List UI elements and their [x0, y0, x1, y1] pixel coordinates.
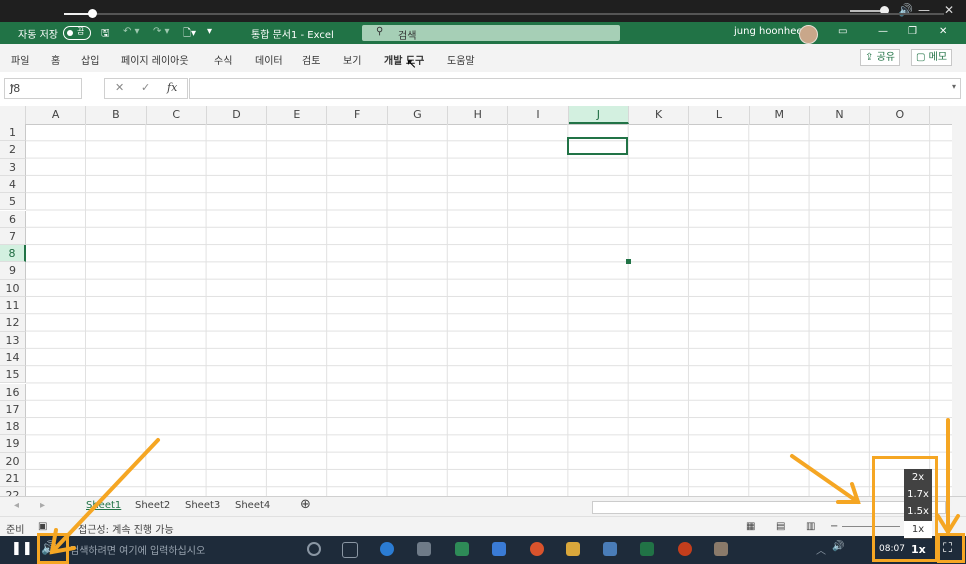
- arrow-speed-line: [790, 454, 860, 504]
- arrow-volume-line: [50, 438, 160, 554]
- annotation-arrows: [49, 418, 960, 555]
